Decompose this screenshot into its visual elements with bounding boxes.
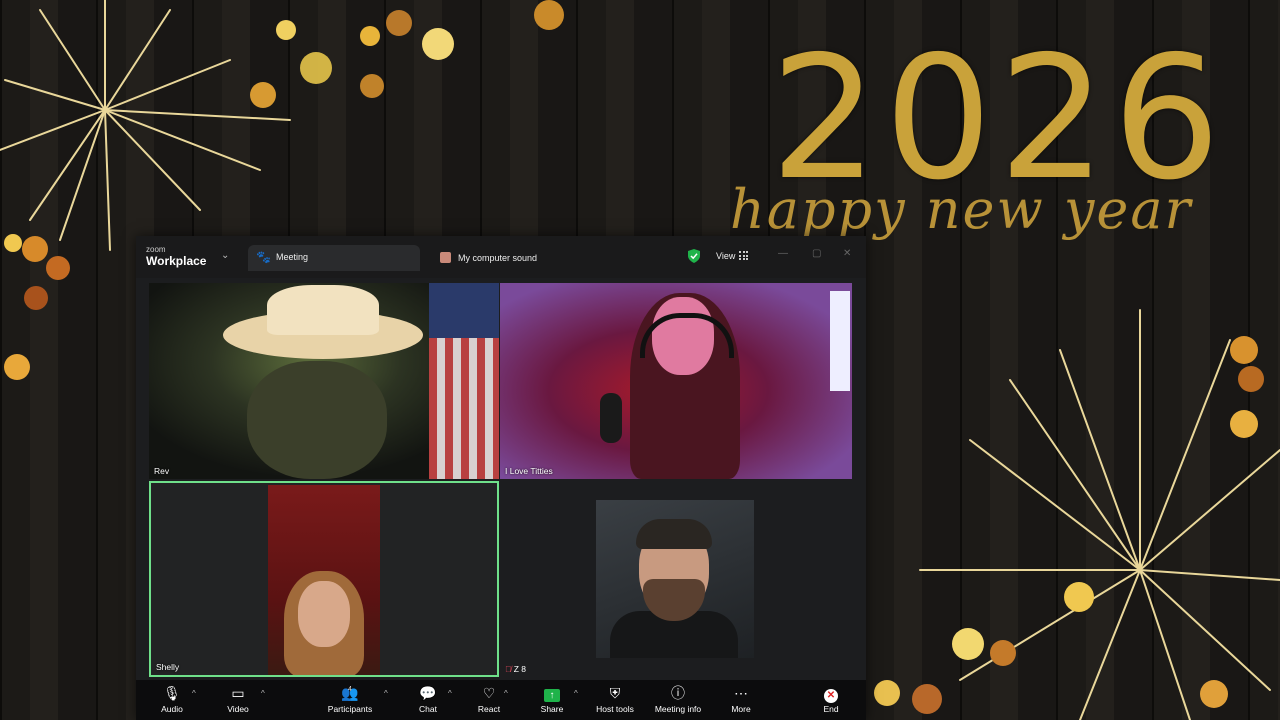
participants-options-caret[interactable]: ^: [384, 689, 388, 698]
bokeh-light: [4, 354, 30, 380]
bokeh-light: [46, 256, 70, 280]
participant-name: I Love Titties: [505, 466, 553, 476]
participants-count: 4: [348, 686, 352, 693]
react-button[interactable]: ♡ React: [476, 684, 502, 714]
more-button[interactable]: ⋯ More: [726, 684, 756, 714]
chat-button[interactable]: 💬 Chat: [415, 684, 441, 714]
tab-computer-sound-label: My computer sound: [458, 253, 538, 263]
tab-meeting-label: Meeting: [276, 252, 309, 262]
react-options-caret[interactable]: ^: [504, 689, 508, 698]
shield-check-icon[interactable]: [688, 249, 700, 263]
bokeh-light: [360, 74, 384, 98]
host-tools-label: Host tools: [596, 704, 634, 714]
sound-share-icon: [440, 252, 451, 263]
bokeh-light: [1238, 366, 1264, 392]
bokeh-light: [386, 10, 412, 36]
bokeh-light: [534, 0, 564, 30]
host-tools-button[interactable]: ⛨ Host tools: [594, 684, 636, 714]
zoom-brand[interactable]: zoom Workplace: [146, 244, 206, 267]
participant-name: Rev: [154, 466, 170, 476]
bokeh-light: [1230, 336, 1258, 364]
hat-top: [267, 285, 379, 335]
end-button[interactable]: ✕ End: [819, 684, 843, 714]
flag-canton: [429, 283, 499, 338]
participants-button[interactable]: 👥 4 Participants: [324, 684, 376, 714]
tab-meeting[interactable]: 🐾 Meeting: [248, 245, 420, 271]
end-label: End: [823, 704, 839, 714]
chevron-down-icon[interactable]: ⌄: [221, 250, 229, 261]
end-call-icon: ✕: [819, 684, 843, 703]
participant-face: [298, 581, 350, 647]
participant-hair: [636, 519, 712, 549]
ellipsis-icon: ⋯: [734, 685, 748, 701]
bokeh-light: [952, 628, 984, 660]
bokeh-light: [4, 234, 22, 252]
participant-name-muted: 🎙̸ Z 8: [505, 664, 526, 674]
video-tile-rev[interactable]: Rev: [149, 283, 499, 479]
heart-icon: ♡: [482, 685, 496, 701]
bokeh-light: [300, 52, 332, 84]
bokeh-light: [912, 684, 942, 714]
audio-options-caret[interactable]: ^: [192, 689, 196, 698]
bokeh-light: [24, 286, 48, 310]
audio-label: Audio: [161, 704, 183, 714]
meeting-info-button[interactable]: ⓘ Meeting info: [651, 684, 705, 714]
share-options-caret[interactable]: ^: [574, 689, 578, 698]
bokeh-light: [422, 28, 454, 60]
title-bar: zoom Workplace ⌄ 🐾 Meeting My computer s…: [136, 236, 866, 278]
video-options-caret[interactable]: ^: [261, 689, 265, 698]
camera-icon: ▭: [231, 685, 245, 701]
brand-big: Workplace: [146, 254, 207, 268]
share-button[interactable]: ↑ Share: [538, 684, 566, 714]
bokeh-light: [276, 20, 296, 40]
bokeh-light: [22, 236, 48, 262]
bokeh-light: [990, 640, 1016, 666]
close-icon[interactable]: ✕: [843, 248, 851, 259]
firework-bottom-right: [919, 309, 1280, 720]
microphone-icon: 🎙: [163, 685, 181, 701]
participant-name: Shelly: [156, 662, 180, 672]
audio-button[interactable]: 🎙 Audio: [158, 684, 186, 714]
minimize-icon[interactable]: —: [778, 248, 788, 259]
bokeh-light: [874, 680, 900, 706]
paw-icon: 🐾: [256, 250, 271, 264]
chat-bubble-icon: 💬: [419, 685, 437, 701]
shield-icon: ⛨: [609, 685, 621, 701]
video-tile-shelly[interactable]: Shelly: [149, 481, 499, 677]
grid-icon: [739, 251, 748, 260]
bokeh-light: [1200, 680, 1228, 708]
video-label: Video: [227, 704, 249, 714]
participant-face: [247, 361, 387, 479]
info-icon: ⓘ: [671, 685, 685, 701]
meeting-toolbar: 🎙 Audio ^ ▭ Video ^ 👥 4 Participants ^ 💬…: [136, 680, 866, 720]
screen-glow: [830, 291, 850, 391]
video-tile-i-love[interactable]: I Love Titties: [500, 283, 852, 479]
share-label: Share: [540, 704, 564, 714]
more-label: More: [731, 704, 751, 714]
video-tile-z8[interactable]: 🎙̸ Z 8: [500, 481, 852, 677]
video-button[interactable]: ▭ Video: [224, 684, 252, 714]
microphone-prop: [600, 393, 622, 443]
greeting-text: happy new year: [730, 178, 1193, 241]
react-label: React: [477, 704, 501, 714]
chat-label: Chat: [419, 704, 437, 714]
chat-options-caret[interactable]: ^: [448, 689, 452, 698]
bokeh-light: [1230, 410, 1258, 438]
zoom-window: zoom Workplace ⌄ 🐾 Meeting My computer s…: [136, 236, 866, 720]
mic-muted-icon: 🎙̸: [505, 664, 512, 674]
bokeh-light: [250, 82, 276, 108]
participants-label: Participants: [327, 704, 373, 714]
bokeh-light: [360, 26, 380, 46]
maximize-icon[interactable]: ▢: [812, 248, 821, 259]
bokeh-light: [1064, 582, 1094, 612]
participant-name: Z 8: [513, 664, 527, 674]
share-screen-icon: ↑: [538, 684, 566, 702]
view-label: View: [716, 251, 736, 261]
view-button[interactable]: View: [706, 246, 756, 266]
meeting-info-label: Meeting info: [654, 704, 702, 714]
firework-top-left: [0, 0, 291, 251]
